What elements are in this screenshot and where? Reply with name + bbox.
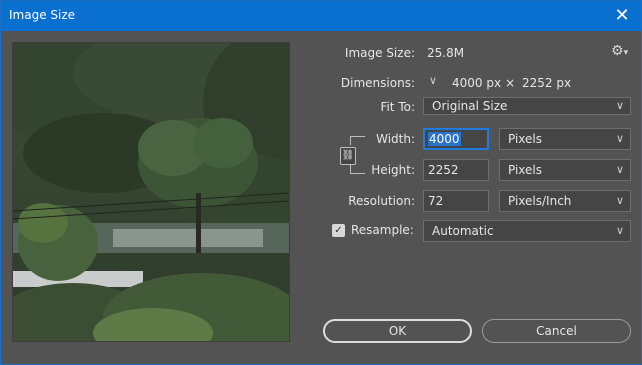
- height-input[interactable]: 2252: [423, 159, 489, 181]
- image-size-dialog: Image Size ✕ Image Size: 25.8M ⚙▾ Dimens…: [0, 0, 642, 365]
- resample-checkbox[interactable]: ✓: [332, 224, 345, 237]
- dimensions-height: 2252 px: [522, 76, 572, 90]
- width-unit-select[interactable]: Pixels ∨: [499, 128, 631, 150]
- height-unit-select[interactable]: Pixels ∨: [499, 159, 631, 181]
- resolution-input[interactable]: 72: [423, 190, 489, 212]
- resample-label: Resample:: [351, 223, 414, 237]
- image-preview[interactable]: [12, 42, 290, 342]
- cancel-button[interactable]: Cancel: [482, 319, 631, 343]
- chevron-down-icon: ∨: [615, 224, 624, 237]
- fit-to-label: Fit To:: [380, 100, 415, 114]
- resolution-unit-select[interactable]: Pixels/Inch ∨: [499, 190, 631, 212]
- width-unit: Pixels: [508, 132, 543, 146]
- window-title: Image Size: [9, 8, 76, 22]
- width-value: 4000: [428, 132, 461, 146]
- dimensions-times: ×: [505, 76, 516, 90]
- chevron-down-icon: ∨: [615, 163, 624, 176]
- chevron-down-icon: ∨: [615, 99, 624, 112]
- height-label: Height:: [371, 163, 415, 177]
- dimensions-label: Dimensions:: [340, 76, 415, 90]
- width-input[interactable]: 4000: [423, 128, 489, 150]
- fit-to-select[interactable]: Original Size ∨: [423, 97, 631, 115]
- resample-value: Automatic: [432, 224, 494, 238]
- dimensions-width: 4000 px: [452, 76, 502, 90]
- image-size-value: 25.8M: [427, 46, 465, 60]
- preview-image: [13, 43, 289, 341]
- close-icon[interactable]: ✕: [611, 5, 633, 27]
- resolution-unit: Pixels/Inch: [508, 194, 572, 208]
- resolution-label: Resolution:: [348, 194, 415, 208]
- resample-select[interactable]: Automatic ∨: [423, 220, 631, 242]
- chevron-down-icon: ∨: [615, 194, 624, 207]
- link-icon[interactable]: ⛓: [340, 147, 356, 165]
- title-bar: Image Size ✕: [1, 1, 641, 31]
- dimensions-menu[interactable]: ∨: [425, 73, 441, 89]
- resolution-value: 72: [428, 194, 444, 208]
- gear-icon[interactable]: ⚙▾: [611, 43, 628, 59]
- height-value: 2252: [428, 163, 459, 177]
- image-size-label: Image Size:: [344, 46, 415, 60]
- ok-button[interactable]: OK: [323, 319, 472, 343]
- height-unit: Pixels: [508, 163, 543, 177]
- width-label: Width:: [376, 132, 415, 146]
- chevron-down-icon: ∨: [428, 74, 438, 87]
- chevron-down-icon: ∨: [615, 132, 624, 145]
- fit-to-value: Original Size: [432, 99, 508, 113]
